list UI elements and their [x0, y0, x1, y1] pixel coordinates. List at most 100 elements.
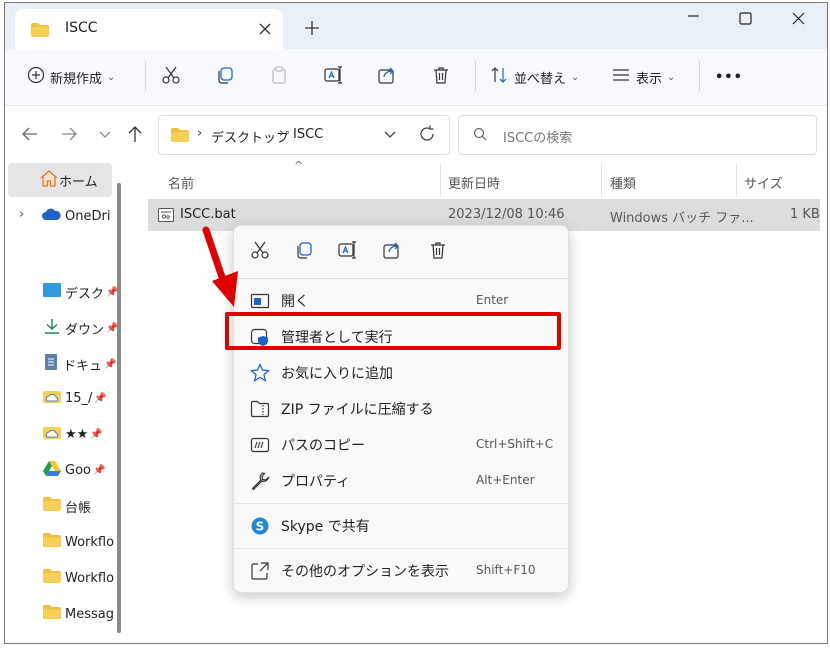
column-divider[interactable] — [601, 163, 602, 197]
menu-delete-button[interactable] — [422, 236, 454, 268]
sidebar-item-label: Goo — [65, 462, 91, 478]
menu-item-more-options[interactable]: その他のオプションを表示 Shift+F10 — [234, 555, 568, 587]
breadcrumb-iscc[interactable]: ISCC — [293, 127, 323, 142]
menu-copy-button[interactable] — [288, 236, 320, 268]
menu-item-shortcut: Enter — [476, 293, 509, 307]
zip-folder-icon — [250, 399, 270, 419]
refresh-button[interactable] — [417, 124, 437, 148]
folder-icon — [31, 23, 49, 41]
minimize-button[interactable] — [670, 7, 716, 33]
sidebar-item-messages[interactable]: Messag — [43, 599, 119, 629]
menu-divider — [234, 503, 568, 504]
address-bar[interactable]: › デスクトップ › ISCC — [158, 115, 450, 155]
menu-item-properties[interactable]: プロパティ Alt+Enter — [234, 465, 568, 497]
menu-item-copy-path[interactable]: パスのコピー Ctrl+Shift+C — [234, 429, 568, 461]
share-icon — [382, 240, 402, 264]
new-tab-button[interactable] — [301, 17, 323, 39]
chevron-down-icon: ⌄ — [107, 71, 116, 83]
search-box[interactable]: ISCCの検索 — [458, 115, 817, 155]
toolbar-divider — [475, 61, 476, 91]
sort-button[interactable]: 並べ替え ⌄ — [489, 65, 579, 89]
menu-item-label: プロパティ — [281, 474, 351, 490]
sort-icon — [489, 65, 509, 89]
sidebar-item-label: ダウン — [65, 322, 105, 338]
sidebar-item-workflow-1[interactable]: Workflo — [43, 527, 119, 557]
column-header-date[interactable]: 更新日時 — [448, 173, 500, 192]
rename-icon — [323, 65, 345, 89]
cloud-folder-icon — [43, 425, 61, 443]
up-button[interactable] — [123, 122, 147, 146]
sort-button-label: 並べ替え — [514, 71, 567, 87]
back-button[interactable] — [18, 122, 42, 146]
copy-icon — [294, 240, 314, 264]
file-name[interactable]: ISCC.bat — [180, 207, 236, 222]
menu-item-compress-zip[interactable]: ZIP ファイルに圧縮する — [234, 393, 568, 425]
sidebar-item-desktop[interactable]: デスク 📌 — [43, 277, 119, 307]
tab-close-button[interactable] — [255, 19, 275, 39]
column-header-type[interactable]: 種類 — [610, 173, 636, 192]
delete-button[interactable] — [431, 65, 451, 89]
rename-icon — [337, 240, 359, 264]
menu-divider — [234, 548, 568, 549]
column-header-size[interactable]: サイズ — [744, 173, 783, 192]
plus-circle-icon — [27, 66, 45, 88]
paste-button[interactable] — [269, 65, 289, 89]
menu-item-skype-share[interactable]: S Skype で共有 — [234, 510, 568, 542]
view-button[interactable]: 表示 ⌄ — [611, 65, 675, 89]
cut-button[interactable] — [161, 65, 181, 89]
sidebar-item-downloads[interactable]: ダウン 📌 — [43, 313, 119, 343]
maximize-button[interactable] — [722, 7, 768, 33]
folder-icon — [43, 605, 61, 623]
skype-icon: S — [250, 516, 270, 536]
cloud-folder-icon — [43, 389, 61, 407]
chevron-right-icon: › — [279, 126, 285, 141]
address-dropdown-button[interactable] — [381, 125, 399, 147]
sidebar-item-ledger[interactable]: 台帳 — [43, 491, 119, 521]
sidebar-item-stars[interactable]: ★★ 📌 — [43, 419, 119, 449]
sidebar-scrollbar[interactable] — [117, 183, 121, 633]
rename-button[interactable] — [323, 65, 345, 89]
column-divider[interactable] — [440, 163, 441, 197]
search-icon — [473, 127, 487, 145]
external-options-icon — [250, 561, 270, 581]
star-icon — [249, 362, 271, 383]
sidebar-item-google-drive[interactable]: Goo 📌 — [43, 455, 119, 485]
expand-chevron-icon[interactable]: › — [19, 207, 24, 222]
copy-button[interactable] — [215, 65, 235, 89]
tab-iscc[interactable]: ISCC — [15, 9, 283, 49]
share-icon — [377, 65, 397, 89]
download-icon — [43, 318, 61, 338]
wrench-icon — [250, 471, 270, 491]
share-button[interactable] — [377, 65, 397, 89]
breadcrumb-desktop[interactable]: デスクトップ — [211, 127, 289, 146]
home-icon — [39, 169, 59, 191]
sidebar-item-workflow-2[interactable]: Workflo — [43, 563, 119, 593]
desktop-icon — [43, 283, 61, 301]
sidebar-item-home[interactable]: ホーム — [39, 165, 98, 195]
menu-share-button[interactable] — [376, 236, 408, 268]
copy-icon — [215, 65, 235, 89]
search-placeholder: ISCCの検索 — [503, 131, 573, 146]
pin-icon: 📌 — [94, 392, 107, 404]
view-button-label: 表示 — [636, 71, 663, 87]
toolbar-divider — [699, 61, 700, 91]
navigation-pane: ホーム › OneDrive デスク 📌 ダウン 📌 ドキュ 📌 15_/ — [5, 163, 131, 643]
column-divider[interactable] — [736, 163, 737, 197]
scissors-icon — [250, 240, 270, 264]
google-drive-icon — [43, 460, 61, 480]
menu-rename-button[interactable] — [332, 236, 364, 268]
cloud-icon — [41, 207, 61, 225]
sidebar-item-15[interactable]: 15_/ 📌 — [43, 383, 119, 413]
forward-button[interactable] — [57, 122, 81, 146]
more-button[interactable]: ••• — [715, 65, 743, 89]
close-window-button[interactable] — [775, 7, 821, 33]
recent-locations-button[interactable] — [93, 122, 117, 146]
sidebar-item-documents[interactable]: ドキュ 📌 — [43, 349, 119, 379]
column-header-name[interactable]: 名前 — [168, 173, 194, 192]
menu-item-favorite[interactable]: お気に入りに追加 — [234, 357, 568, 389]
new-button[interactable]: 新規作成 ⌄ — [27, 65, 115, 89]
menu-item-label: パスのコピー — [281, 438, 365, 454]
new-button-label: 新規作成 — [50, 71, 103, 87]
svg-text:S: S — [256, 520, 265, 534]
sidebar-item-onedrive[interactable]: OneDrive — [41, 201, 111, 231]
